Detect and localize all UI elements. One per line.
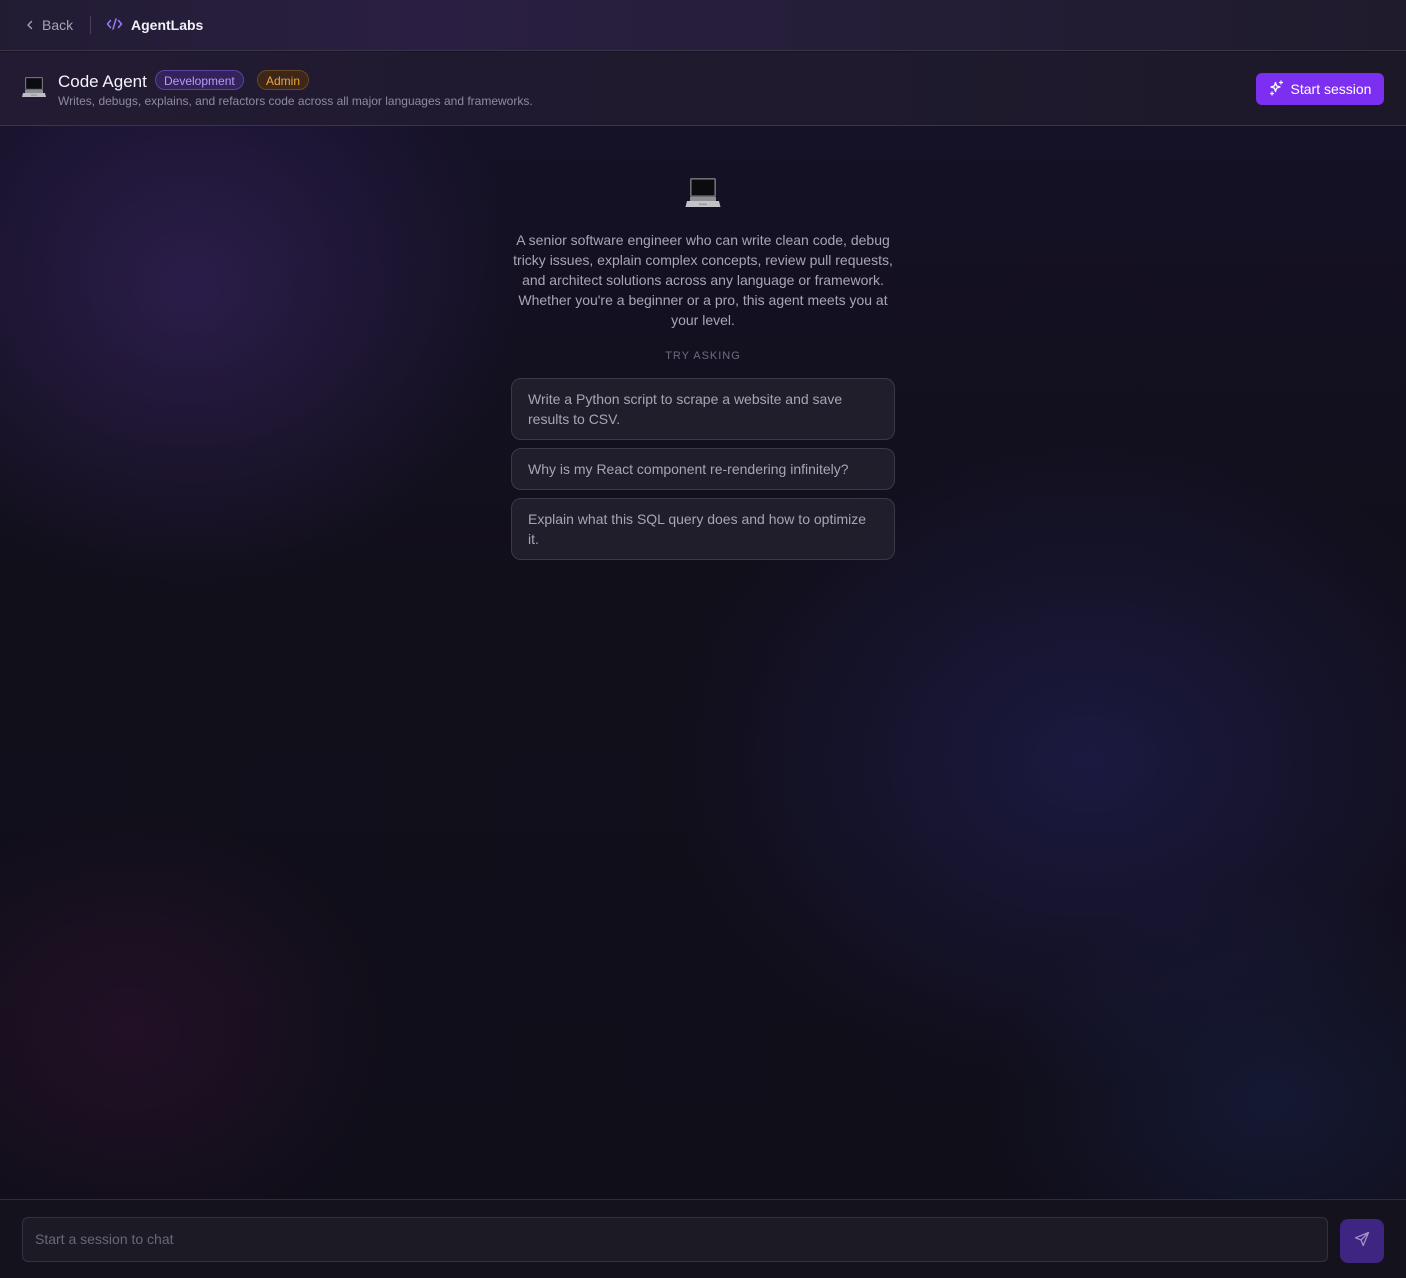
suggestion-prompt[interactable]: Write a Python script to scrape a websit… bbox=[511, 378, 895, 440]
top-nav-bar: Back AgentLabs bbox=[0, 0, 1406, 51]
code-icon bbox=[106, 17, 123, 34]
back-button[interactable]: Back bbox=[24, 15, 73, 35]
chat-composer: Start a session to chat bbox=[0, 1199, 1406, 1278]
back-label: Back bbox=[42, 17, 74, 33]
start-session-label: Start session bbox=[1290, 81, 1372, 97]
role-badge: Admin bbox=[257, 70, 310, 90]
chat-input[interactable]: Start a session to chat bbox=[22, 1217, 1328, 1262]
agent-intro: A senior software engineer who can write… bbox=[513, 232, 893, 328]
send-button[interactable] bbox=[1340, 1219, 1384, 1263]
suggestion-prompt[interactable]: Why is my React component re-rendering i… bbox=[511, 448, 895, 490]
suggestion-prompt[interactable]: Explain what this SQL query does and how… bbox=[511, 498, 895, 560]
laptop-icon bbox=[684, 174, 722, 212]
agent-name: Code Agent bbox=[58, 72, 147, 91]
category-badge: Development bbox=[155, 70, 244, 90]
send-icon bbox=[1354, 1231, 1370, 1252]
laptop-icon bbox=[21, 74, 47, 100]
chevron-left-icon bbox=[24, 19, 36, 31]
agent-header: Code Agent Development Admin Writes, deb… bbox=[0, 52, 1406, 126]
nav-divider bbox=[90, 16, 91, 34]
brand-link[interactable]: AgentLabs bbox=[106, 15, 203, 35]
agent-description: Writes, debugs, explains, and refactors … bbox=[58, 94, 533, 108]
sparkles-icon bbox=[1269, 79, 1285, 99]
start-session-button[interactable]: Start session bbox=[1256, 73, 1384, 105]
try-asking-label: TRY ASKING bbox=[665, 350, 741, 362]
brand-name: AgentLabs bbox=[131, 17, 204, 33]
